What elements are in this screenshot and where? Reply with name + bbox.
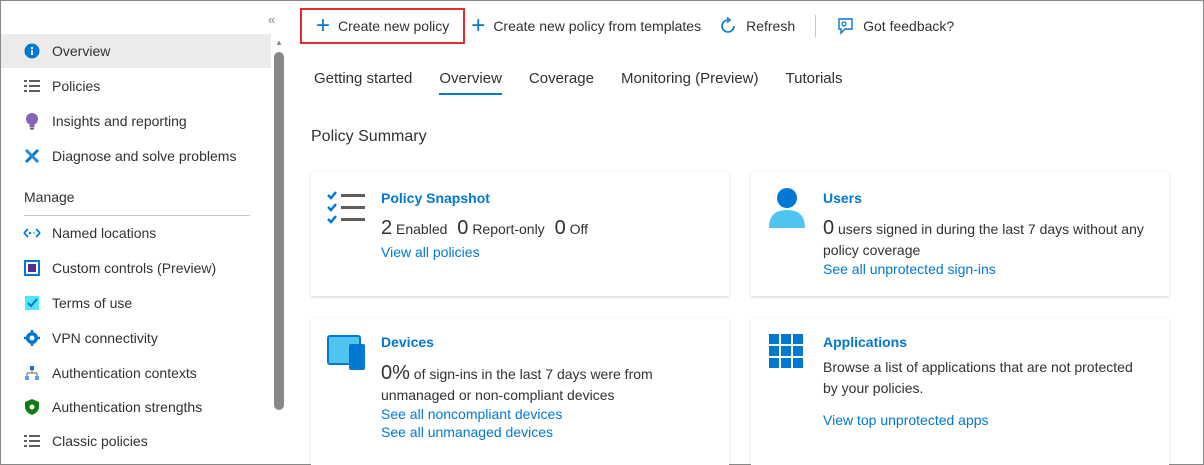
enabled-label: Enabled: [396, 221, 448, 237]
create-new-policy-label: Create new policy: [338, 18, 450, 34]
sidebar-item-label: Diagnose and solve problems: [52, 148, 237, 164]
users-text-line1: users signed in during the last 7 days w…: [838, 221, 1144, 237]
policy-counts: 2 Enabled 0 Report-only 0 Off: [381, 218, 588, 240]
users-title[interactable]: Users: [823, 190, 862, 206]
tab-getting-started[interactable]: Getting started: [314, 70, 412, 95]
list-icon: [23, 432, 41, 450]
create-from-templates-button[interactable]: + Create new policy from templates: [465, 8, 707, 44]
view-all-policies-link[interactable]: View all policies: [381, 244, 480, 260]
create-new-policy-button[interactable]: + Create new policy: [300, 8, 466, 44]
policy-snapshot-card: Policy Snapshot 2 Enabled 0 Report-only …: [311, 172, 729, 296]
devices-text-line2: unmanaged or non-compliant devices: [381, 387, 615, 403]
sidebar-item-terms-of-use[interactable]: Terms of use: [1, 286, 271, 320]
shield-icon: [23, 398, 41, 416]
sidebar-item-auth-strengths[interactable]: Authentication strengths: [1, 390, 271, 424]
page-title: Policy Summary: [311, 128, 427, 145]
see-noncompliant-devices-link[interactable]: See all noncompliant devices: [381, 406, 562, 422]
create-from-templates-label: Create new policy from templates: [493, 18, 702, 34]
sidebar: Overview Policies Insights and reporting…: [1, 1, 271, 463]
sidebar-item-vpn[interactable]: VPN connectivity: [1, 321, 271, 355]
applications-text-line2: by your policies.: [823, 380, 924, 396]
hierarchy-icon: [23, 364, 41, 382]
tab-tutorials[interactable]: Tutorials: [786, 70, 843, 95]
applications-summary: Browse a list of applications that are n…: [823, 357, 1133, 399]
custom-controls-icon: [23, 259, 41, 277]
sidebar-item-label: Classic policies: [52, 433, 148, 449]
applications-title[interactable]: Applications: [823, 334, 907, 350]
see-unmanaged-devices-link[interactable]: See all unmanaged devices: [381, 424, 553, 440]
refresh-button[interactable]: Refresh: [707, 8, 807, 44]
devices-summary: 0% of sign-ins in the last 7 days were f…: [381, 363, 653, 406]
tab-monitoring[interactable]: Monitoring (Preview): [621, 70, 759, 95]
applications-card: Applications Browse a list of applicatio…: [751, 318, 1169, 465]
view-unprotected-apps-link[interactable]: View top unprotected apps: [823, 412, 989, 428]
sidebar-item-label: Custom controls (Preview): [52, 260, 217, 276]
refresh-label: Refresh: [746, 18, 796, 34]
feedback-button[interactable]: Got feedback?: [824, 8, 966, 44]
sidebar-item-named-locations[interactable]: Named locations: [1, 216, 271, 250]
tab-bar: Getting started Overview Coverage Monito…: [314, 70, 869, 95]
lightbulb-icon: [23, 112, 41, 130]
apps-grid-icon: [769, 334, 805, 373]
sidebar-item-label: Authentication strengths: [52, 399, 203, 415]
sidebar-item-label: Terms of use: [52, 295, 133, 311]
sidebar-item-label: Policies: [52, 78, 101, 94]
sidebar-item-label: Named locations: [52, 225, 157, 241]
users-card: Users 0 users signed in during the last …: [751, 172, 1169, 296]
device-icon: [327, 334, 369, 375]
sidebar-item-auth-contexts[interactable]: Authentication contexts: [1, 356, 271, 390]
sidebar-item-diagnose[interactable]: Diagnose and solve problems: [1, 139, 271, 173]
sidebar-item-label: Authentication contexts: [52, 365, 197, 381]
plus-icon: +: [316, 12, 331, 39]
sidebar-item-label: Insights and reporting: [52, 113, 187, 129]
see-unprotected-signins-link[interactable]: See all unprotected sign-ins: [823, 261, 996, 277]
toolbar-separator: [815, 15, 817, 37]
list-icon: [23, 77, 41, 95]
user-icon: [767, 186, 807, 231]
sidebar-item-custom-controls[interactable]: Custom controls (Preview): [1, 251, 271, 285]
off-label: Off: [569, 221, 589, 237]
refresh-icon: [719, 17, 737, 35]
tab-coverage[interactable]: Coverage: [529, 70, 594, 95]
users-count: 0: [823, 217, 835, 239]
applications-text-line1: Browse a list of applications that are n…: [823, 359, 1133, 375]
collapse-sidebar-button[interactable]: «: [268, 12, 275, 27]
terms-icon: [23, 294, 41, 312]
feedback-label: Got feedback?: [863, 18, 955, 34]
network-icon: [23, 224, 41, 242]
off-count: 0: [554, 217, 566, 239]
report-only-count: 0: [457, 217, 469, 239]
plus-icon: +: [471, 12, 486, 39]
policy-snapshot-title[interactable]: Policy Snapshot: [381, 190, 490, 206]
checklist-icon: [327, 190, 367, 229]
gear-icon: [23, 329, 41, 347]
users-text-line2: policy coverage: [823, 242, 921, 258]
sidebar-item-label: VPN connectivity: [52, 330, 158, 346]
devices-card: Devices 0% of sign-ins in the last 7 day…: [311, 318, 729, 465]
sidebar-item-overview[interactable]: Overview: [1, 34, 271, 68]
sidebar-scrollbar[interactable]: [274, 52, 284, 410]
sidebar-item-label: Overview: [52, 43, 111, 59]
command-bar: + Create new policy + Create new policy …: [300, 6, 966, 46]
info-icon: [23, 42, 41, 60]
users-summary: 0 users signed in during the last 7 days…: [823, 218, 1144, 261]
sidebar-item-classic-policies[interactable]: Classic policies: [1, 424, 271, 458]
enabled-count: 2: [381, 217, 393, 239]
sidebar-item-policies[interactable]: Policies: [1, 69, 271, 103]
report-only-label: Report-only: [472, 221, 545, 237]
devices-text-line1: of sign-ins in the last 7 days were from: [413, 366, 653, 382]
feedback-icon: [836, 17, 854, 35]
wrench-icon: [23, 147, 41, 165]
scroll-up-arrow-icon[interactable]: ▲: [275, 38, 283, 47]
sidebar-item-insights[interactable]: Insights and reporting: [1, 104, 271, 138]
manage-section-label: Manage: [24, 189, 75, 205]
devices-title[interactable]: Devices: [381, 334, 434, 350]
devices-percent: 0%: [381, 362, 410, 384]
tab-overview[interactable]: Overview: [439, 70, 502, 95]
